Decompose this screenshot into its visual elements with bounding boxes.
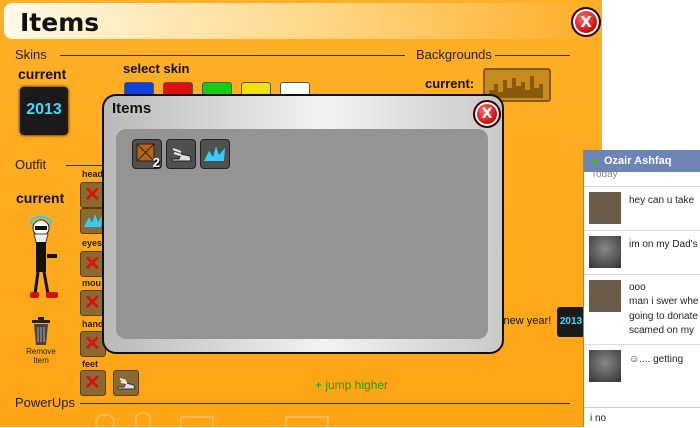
current-background-label: current: (425, 76, 475, 91)
chat-message: ☺.... getting (629, 354, 684, 365)
new-year-badge-value: 2013 (559, 316, 583, 327)
empty-slot-x-icon: ✕ (84, 372, 101, 394)
current-outfit-label: current (16, 190, 65, 206)
avatar[interactable] (589, 192, 621, 224)
skins-divider (60, 55, 405, 56)
powerup-description: + jump higher (315, 378, 389, 392)
hands-slot-label: hand (82, 319, 104, 329)
chat-input[interactable]: i no (584, 407, 700, 428)
skins-section-label: Skins (15, 47, 47, 62)
empty-slot-x-icon: ✕ (84, 292, 101, 314)
powerups-divider (80, 403, 570, 404)
winged-shoe-icon (117, 378, 136, 390)
powerup-icons-faded (95, 412, 335, 427)
remove-item-label: Remove Item (26, 347, 56, 365)
online-status-icon (592, 159, 598, 165)
empty-slot-x-icon: ✕ (84, 333, 101, 355)
chat-divider (584, 186, 700, 187)
avatar[interactable] (589, 350, 621, 382)
new-year-badge[interactable]: 2013 (557, 307, 585, 337)
empty-slot-x-icon: ✕ (84, 184, 101, 206)
feet-slot[interactable]: ✕ (80, 370, 106, 396)
chat-divider (584, 230, 700, 231)
window-close-button[interactable]: X (571, 7, 601, 37)
backgrounds-divider (495, 55, 570, 56)
item-count: 2 (152, 155, 160, 170)
chat-message: man i swer whe (629, 296, 699, 307)
feet-slot-label: feet (82, 359, 99, 369)
title-bar: Items (4, 3, 598, 39)
chat-contact-name: Ozair Ashfaq (604, 155, 672, 167)
cyan-spark-icon (204, 146, 225, 161)
window-title: Items (20, 8, 100, 37)
character-preview-icon (30, 216, 58, 298)
select-skin-label: select skin (123, 61, 190, 76)
chat-message: im on my Dad's (629, 239, 698, 250)
head-slot-label: head (82, 169, 104, 179)
mouth-slot-label: mou (82, 278, 101, 288)
winged-shoe-icon (171, 148, 192, 162)
chat-message: hey can u take (629, 195, 695, 206)
outfit-divider (66, 165, 106, 166)
feet-item-slot[interactable] (113, 370, 139, 396)
backgrounds-section-label: Backgrounds (416, 47, 492, 62)
chat-divider (584, 344, 700, 345)
items-modal: Items X 2 (102, 94, 504, 354)
avatar[interactable] (589, 236, 621, 268)
inventory-item-spark[interactable] (200, 139, 230, 169)
avatar[interactable] (589, 280, 621, 312)
powerups-section-label: PowerUps (15, 395, 75, 410)
modal-title: Items (112, 100, 152, 117)
current-skin-label: current (18, 66, 67, 82)
chat-message: going to donate (629, 311, 698, 322)
chat-panel: Ozair Ashfaq Today hey can u take im on … (583, 150, 700, 427)
current-skin-value: 2013 (26, 101, 62, 118)
trash-icon[interactable] (30, 316, 52, 346)
chat-divider (584, 274, 700, 275)
modal-close-button[interactable]: X (473, 100, 501, 128)
chat-day-label: Today (591, 169, 618, 180)
inventory-item-crate[interactable]: 2 (132, 139, 162, 170)
modal-items-area: 2 (116, 129, 488, 339)
chat-input-value: i no (590, 413, 607, 424)
chat-message: scamed on my (629, 325, 695, 336)
current-skin-badge[interactable]: 2013 (20, 87, 68, 135)
chat-message: ooo (629, 282, 646, 293)
inventory-item-shoes[interactable] (166, 139, 196, 169)
eyes-slot-label: eyes (82, 238, 103, 248)
empty-slot-x-icon: ✕ (84, 253, 101, 275)
outfit-section-label: Outfit (15, 157, 47, 172)
